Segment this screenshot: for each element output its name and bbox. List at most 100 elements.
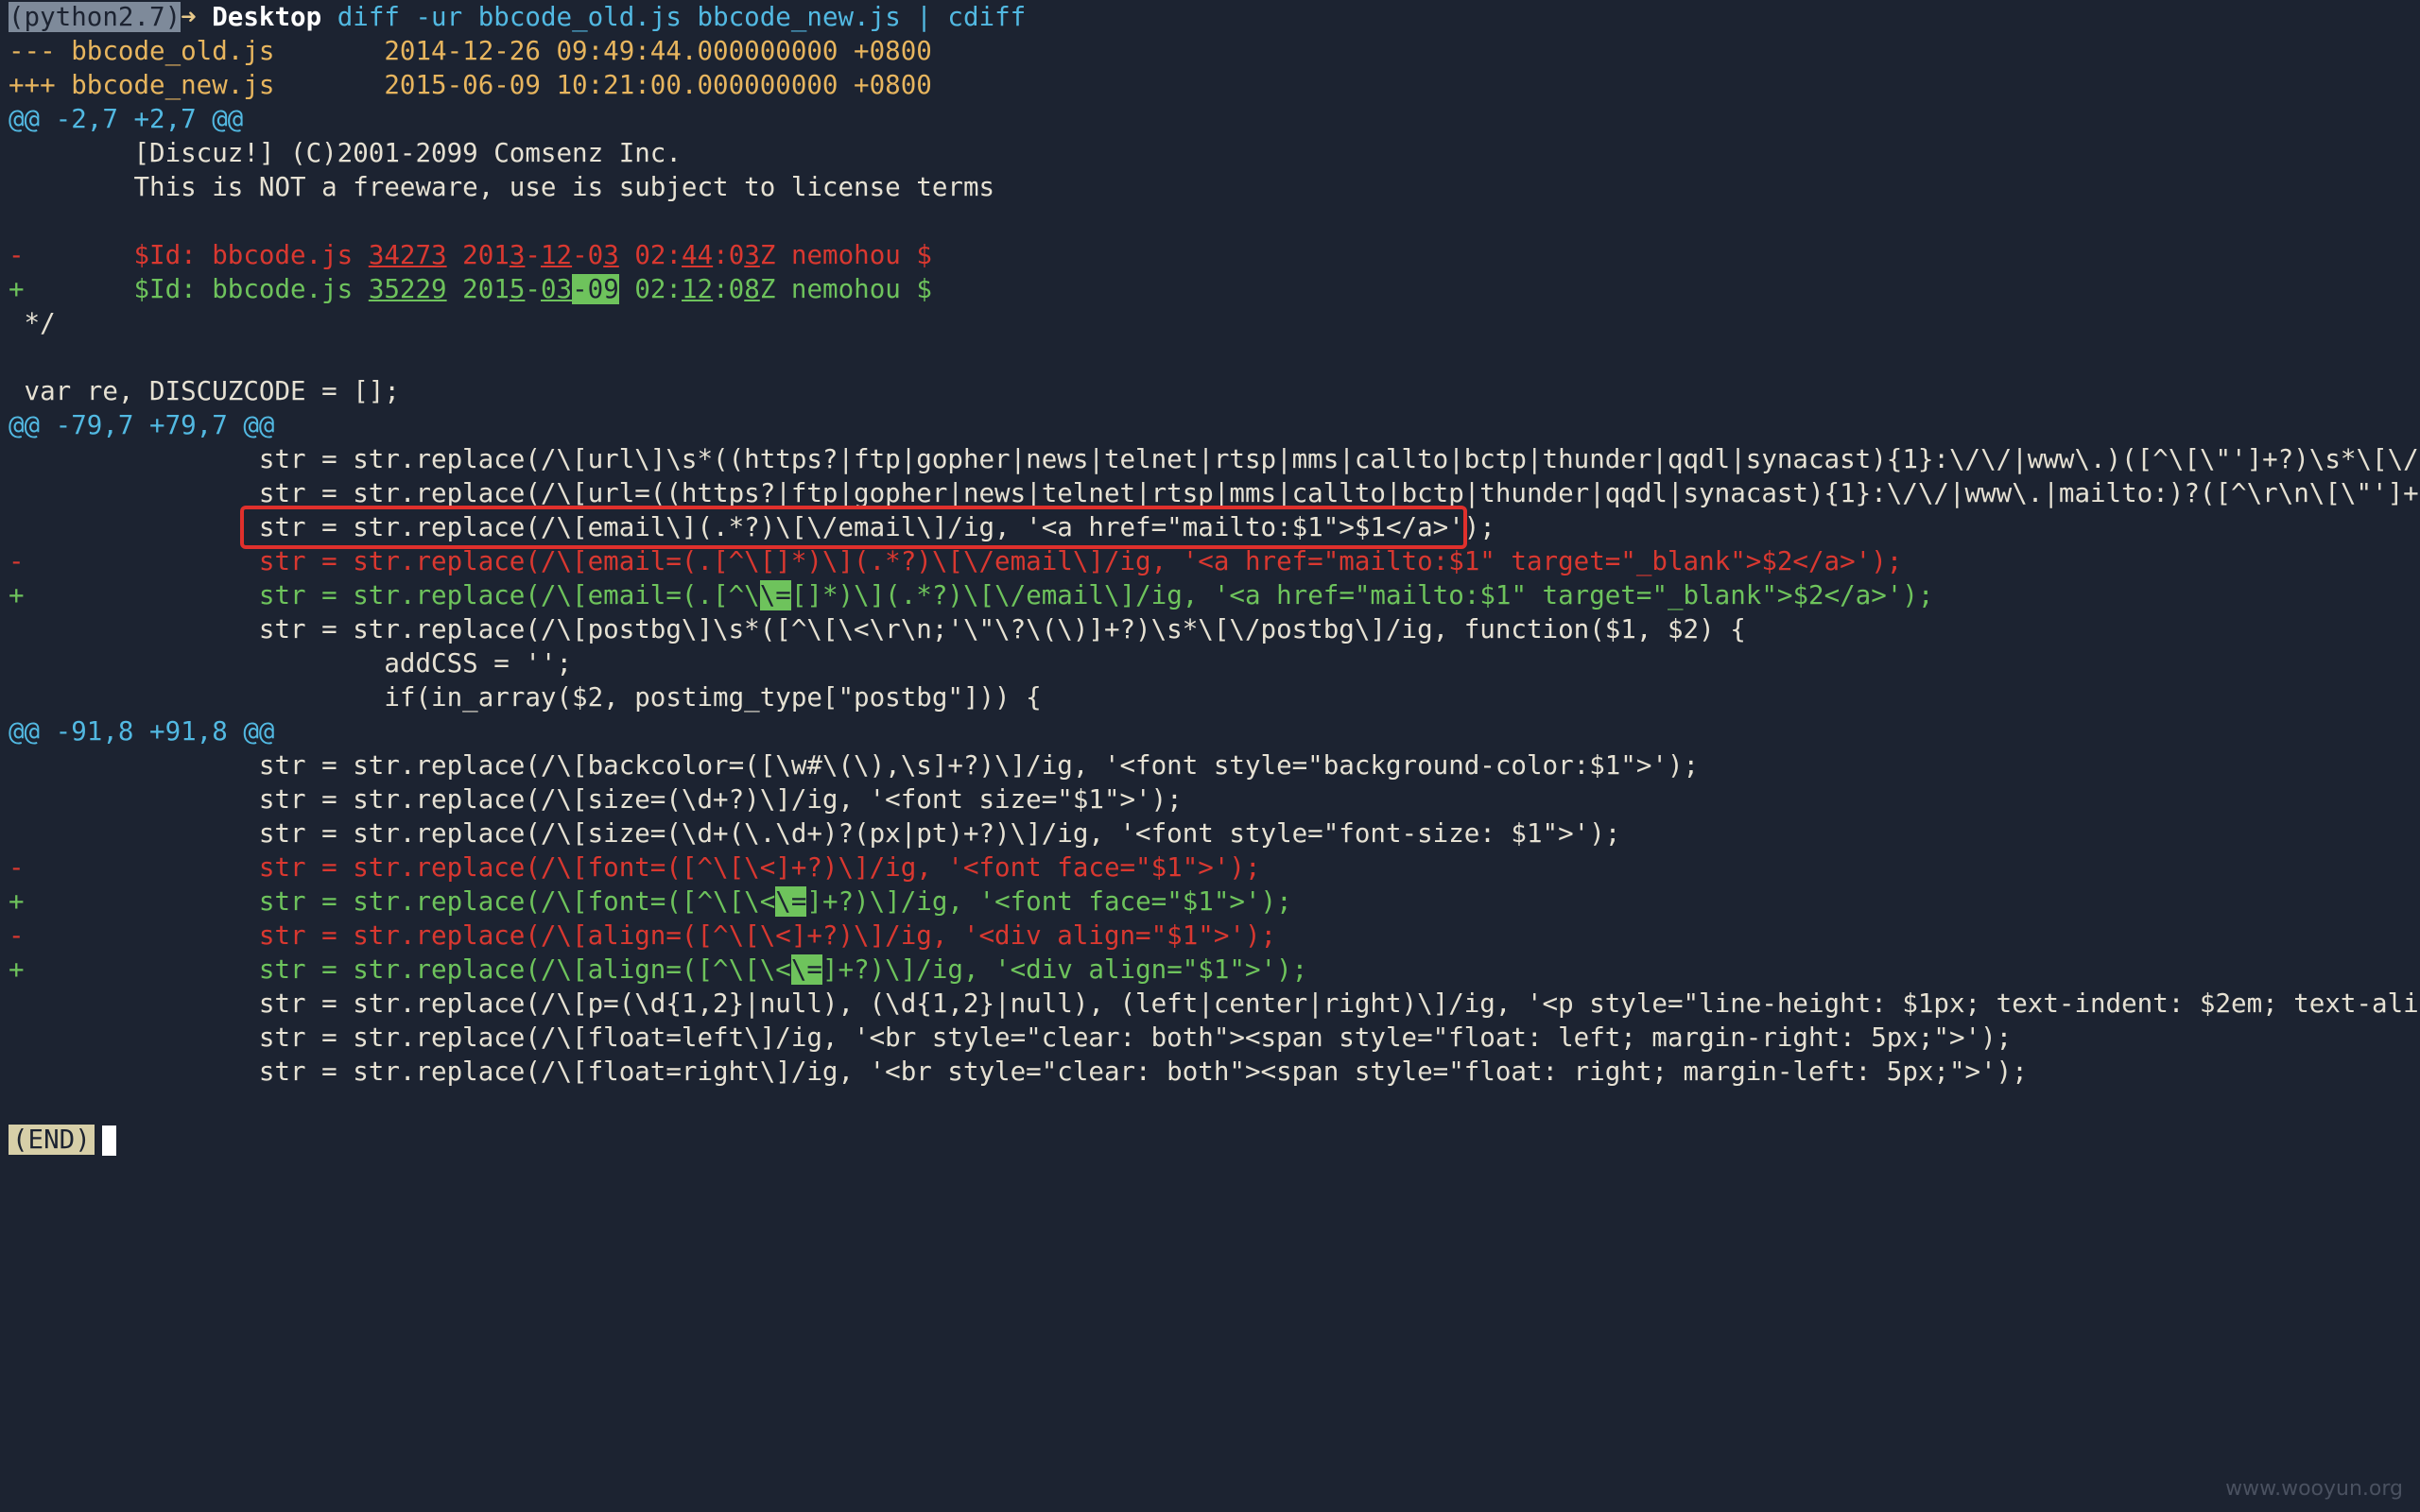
changed-text: 34273 (368, 240, 447, 270)
plus-marker: + (9, 954, 25, 985)
pager-status-line[interactable]: (END) (9, 1123, 2420, 1157)
line-text: str = str.replace(/\[font=([^\[\< (9, 886, 776, 917)
line-text: This is NOT a freeware, use is subject t… (9, 172, 995, 202)
line-text: @@ -91,8 +91,8 @@ (9, 716, 275, 747)
diff-removed-line: - str = str.replace(/\[font=([^\[\<]+?)\… (9, 850, 2420, 885)
diff-context-line: str = str.replace(/\[backcolor=([\w#\(\)… (9, 748, 2420, 782)
diff-removed-line: - str = str.replace(/\[align=([^\[\<]+?)… (9, 919, 2420, 953)
changed-text-highlight: \= (790, 954, 822, 985)
line-text: +++ bbcode_new.js 2015-06-09 10:21:00.00… (9, 70, 932, 100)
line-text: $Id: bbcode.js (9, 240, 369, 270)
line-text: str = str.replace(/\[size=(\d+(\.\d+)?(p… (9, 818, 1621, 849)
line-text: str = str.replace(/\[email=(.[^\ (9, 580, 760, 610)
shell-prompt: (python2.7)➜ Desktop diff -ur bbcode_old… (9, 0, 2420, 34)
diff-added-line: + str = str.replace(/\[font=([^\[\<\=]+?… (9, 885, 2420, 919)
line-text: str = str.replace(/\[align=([^\[\<]+?)\]… (9, 920, 1277, 951)
diff-removed-line: - str = str.replace(/\[email=(.[^\[]*)\]… (9, 544, 2420, 578)
line-text: ]+?)\]/ig, '<div align="$1">'); (821, 954, 1308, 985)
diff-context-line: */ (9, 306, 2420, 340)
diff-file-header: +++ bbcode_new.js 2015-06-09 10:21:00.00… (9, 68, 2420, 102)
plus-marker: + (9, 274, 25, 304)
diff-context-line: addCSS = ''; (9, 646, 2420, 680)
diff-removed-line: - $Id: bbcode.js 34273 2013-12-03 02:44:… (9, 238, 2420, 272)
diff-context-line: str = str.replace(/\[postbg\]\s*([^\[\<\… (9, 612, 2420, 646)
line-text: @@ -79,7 +79,7 @@ (9, 410, 275, 440)
line-text: 201 (446, 240, 510, 270)
end-marker: (END) (9, 1125, 95, 1155)
changed-text: 44 (682, 240, 714, 270)
diff-context-line: if(in_array($2, postimg_type["postbg"]))… (9, 680, 2420, 714)
minus-marker: - (9, 920, 25, 951)
diff-context-line: str = str.replace(/\[float=left\]/ig, '<… (9, 1021, 2420, 1055)
current-directory: Desktop (212, 2, 322, 32)
changed-text-highlight: -09 (572, 274, 619, 304)
line-text: Z nemohou $ (759, 240, 932, 270)
changed-text: 8 (744, 274, 760, 304)
virtualenv-badge: (python2.7) (9, 2, 182, 32)
line-text: str = str.replace(/\[url=((https?|ftp|go… (9, 478, 2420, 508)
diff-context-line: str = str.replace(/\[p=(\d{1,2}|null), (… (9, 987, 2420, 1021)
line-text: [Discuz!] (C)2001-2099 Comsenz Inc. (9, 138, 682, 168)
diff-context-line: str = str.replace(/\[url\]\s*((https?|ft… (9, 442, 2420, 476)
changed-text: 12 (540, 240, 573, 270)
line-text: :0 (713, 274, 745, 304)
diff-context-line (9, 340, 2420, 374)
changed-text: 03 (540, 274, 573, 304)
line-text: */ (9, 308, 56, 338)
line-text: var re, DISCUZCODE = []; (9, 376, 400, 406)
terminal-output[interactable]: (python2.7)➜ Desktop diff -ur bbcode_old… (9, 0, 2420, 1157)
line-text: str = str.replace(/\[float=right\]/ig, '… (9, 1057, 2028, 1087)
line-text: - (525, 240, 541, 270)
diff-context-line: str = str.replace(/\[size=(\d+?)\]/ig, '… (9, 782, 2420, 816)
minus-marker: - (9, 546, 25, 576)
plus-marker: + (9, 886, 25, 917)
diff-context-line: var re, DISCUZCODE = []; (9, 374, 2420, 408)
line-text: str = str.replace(/\[email=(.[^\[]*)\](.… (9, 546, 1903, 576)
line-text: str = str.replace(/\[font=([^\[\<]+?)\]/… (9, 852, 1261, 883)
changed-text: 3 (509, 240, 526, 270)
line-text: str = str.replace(/\[postbg\]\s*([^\[\<\… (9, 614, 1746, 644)
line-text: str = str.replace(/\[url\]\s*((https?|ft… (9, 444, 2420, 474)
watermark: www.wooyun.org (2225, 1477, 2403, 1501)
line-text: str = str.replace(/\[email\](.*?)\[\/ema… (9, 512, 1495, 542)
diff-output: --- bbcode_old.js 2014-12-26 09:49:44.00… (9, 34, 2420, 1123)
diff-context-line: str = str.replace(/\[url=((https?|ftp|go… (9, 476, 2420, 510)
line-text: @@ -2,7 +2,7 @@ (9, 104, 244, 134)
line-text: Z nemohou $ (759, 274, 932, 304)
changed-text: 35229 (368, 274, 447, 304)
diff-hunk-header: @@ -91,8 +91,8 @@ (9, 714, 2420, 748)
diff-hunk-header: @@ -2,7 +2,7 @@ (9, 102, 2420, 136)
line-text: - (525, 274, 541, 304)
text-cursor (101, 1125, 116, 1156)
diff-context-line (9, 1089, 2420, 1123)
changed-text-highlight: \= (775, 886, 807, 917)
line-text: :0 (713, 240, 745, 270)
diff-file-header: --- bbcode_old.js 2014-12-26 09:49:44.00… (9, 34, 2420, 68)
changed-text: 5 (509, 274, 526, 304)
line-text: addCSS = ''; (9, 648, 573, 679)
changed-text-highlight: \= (759, 580, 791, 610)
line-text: -0 (572, 240, 604, 270)
changed-text: 3 (603, 240, 619, 270)
shell-command: diff -ur bbcode_old.js bbcode_new.js | c… (337, 2, 1027, 32)
line-text: if(in_array($2, postimg_type["postbg"]))… (9, 682, 1042, 713)
changed-text: 3 (744, 240, 760, 270)
minus-marker: - (9, 240, 25, 270)
diff-added-line: + str = str.replace(/\[align=([^\[\<\=]+… (9, 953, 2420, 987)
line-text: 02: (618, 274, 682, 304)
diff-context-line: [Discuz!] (C)2001-2099 Comsenz Inc. (9, 136, 2420, 170)
line-text: 201 (446, 274, 510, 304)
line-text: 02: (618, 240, 683, 270)
line-text: str = str.replace(/\[align=([^\[\< (9, 954, 791, 985)
diff-added-line: + str = str.replace(/\[email=(.[^\\=[]*)… (9, 578, 2420, 612)
line-text: str = str.replace(/\[p=(\d{1,2}|null), (… (9, 988, 2420, 1019)
minus-marker: - (9, 852, 25, 883)
diff-context-line: str = str.replace(/\[size=(\d+(\.\d+)?(p… (9, 816, 2420, 850)
diff-added-line: + $Id: bbcode.js 35229 2015-03-09 02:12:… (9, 272, 2420, 306)
diff-context-line (9, 204, 2420, 238)
line-text: $Id: bbcode.js (9, 274, 369, 304)
diff-context-line: This is NOT a freeware, use is subject t… (9, 170, 2420, 204)
line-text: []*)\](.*?)\[\/email\]/ig, '<a href="mai… (790, 580, 1934, 610)
line-text: str = str.replace(/\[size=(\d+?)\]/ig, '… (9, 784, 1183, 815)
diff-context-line: str = str.replace(/\[email\](.*?)\[\/ema… (9, 510, 2420, 544)
